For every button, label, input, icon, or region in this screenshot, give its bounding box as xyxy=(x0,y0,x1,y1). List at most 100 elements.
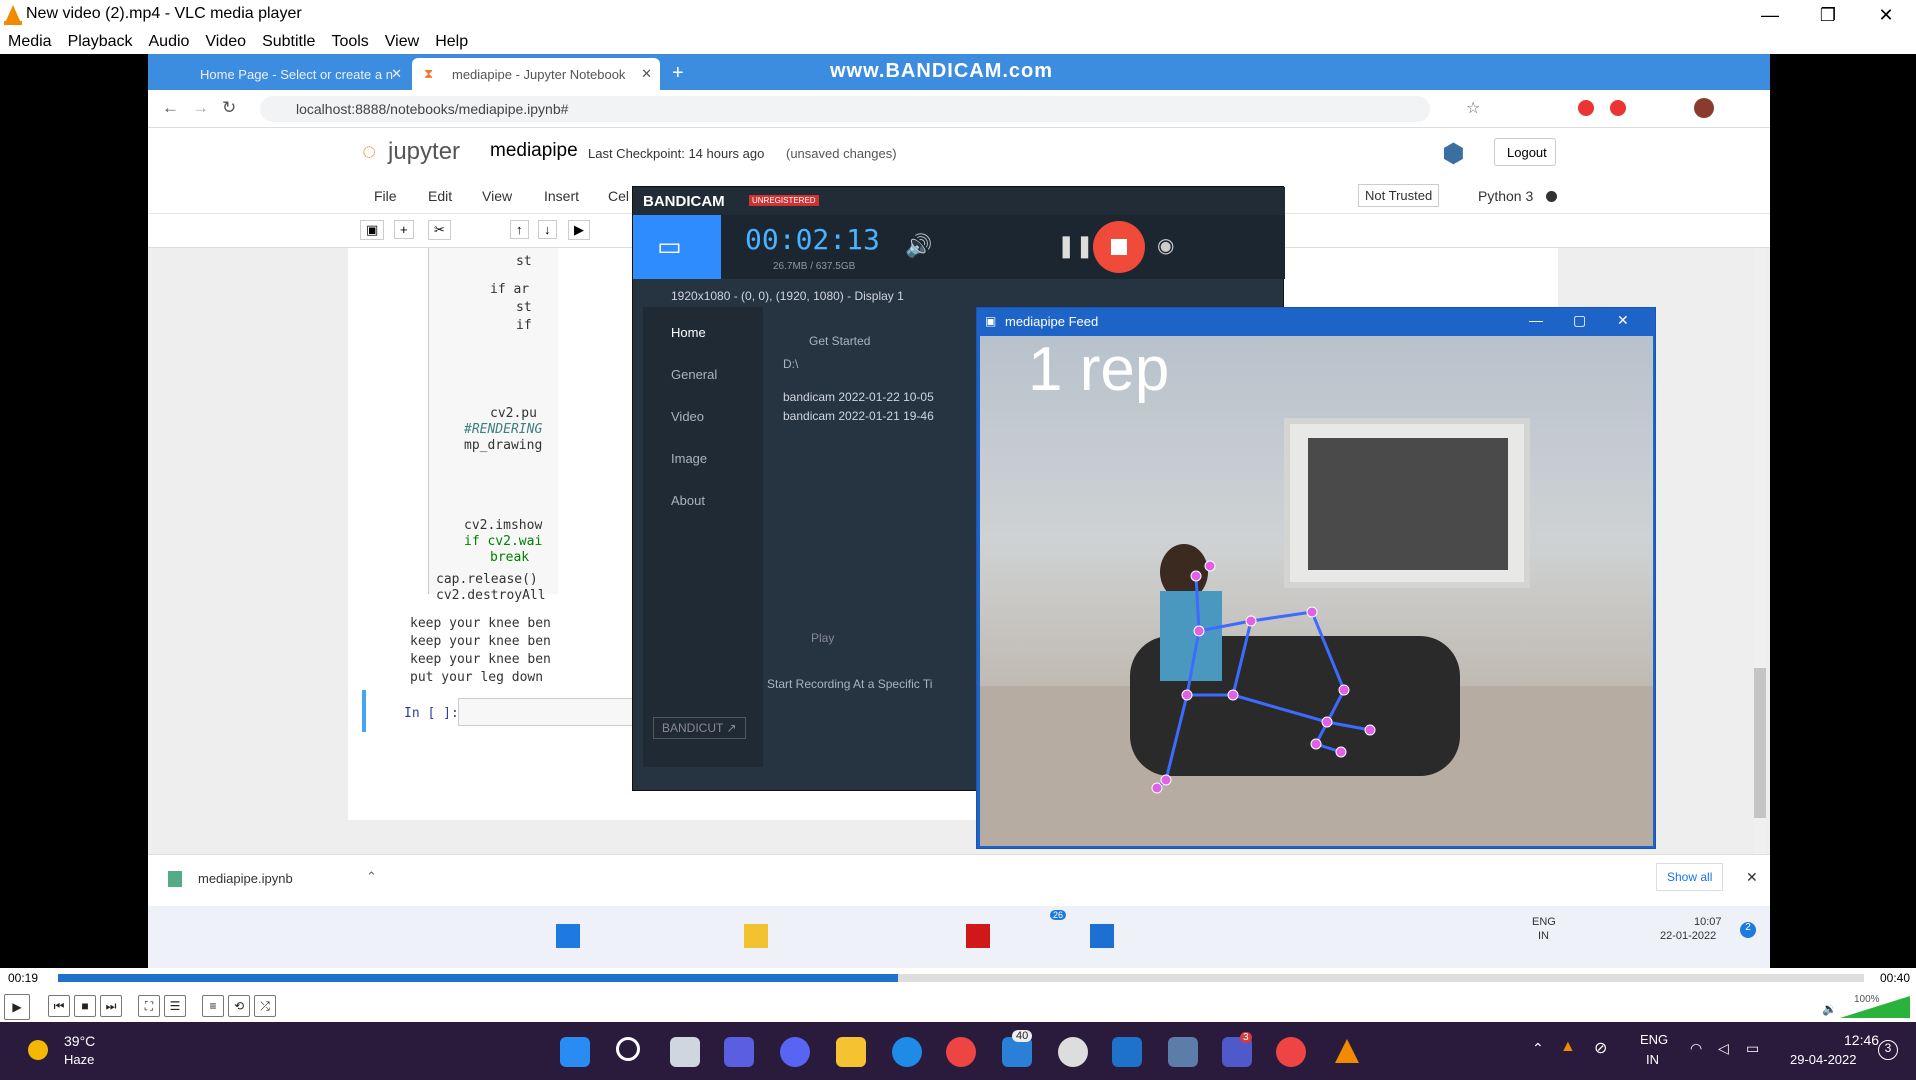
wifi-icon[interactable]: ◠ xyxy=(1690,1040,1702,1057)
stop-record-button[interactable] xyxy=(1093,221,1145,273)
file-explorer-icon[interactable] xyxy=(836,1037,866,1067)
previous-button[interactable]: ⏮ xyxy=(48,995,70,1017)
loop-button[interactable]: ⟲ xyxy=(228,995,250,1017)
teams-chat-icon[interactable] xyxy=(724,1037,754,1067)
nav-video[interactable]: Video xyxy=(671,409,704,424)
close-tab-icon[interactable]: ✕ xyxy=(391,66,402,82)
nav-home[interactable]: Home xyxy=(671,325,706,340)
vscode-icon[interactable] xyxy=(1112,1037,1142,1067)
back-icon[interactable]: ← xyxy=(162,98,179,118)
save-icon[interactable]: ▣ xyxy=(360,220,385,240)
file-item[interactable]: bandicam 2022-01-21 19-46 xyxy=(783,409,934,423)
next-button[interactable]: ⏭ xyxy=(100,995,122,1017)
play-button[interactable]: Play xyxy=(811,631,834,645)
logout-button[interactable]: Logout xyxy=(1494,138,1556,166)
menu-subtitle[interactable]: Subtitle xyxy=(254,30,323,54)
volume-icon[interactable]: 🔉 xyxy=(1822,1002,1837,1016)
clock-date[interactable]: 29-04-2022 xyxy=(1790,1052,1857,1067)
nav-about[interactable]: About xyxy=(671,493,705,508)
clock-time[interactable]: 12:46 xyxy=(1844,1032,1879,1048)
mic-muted-icon[interactable]: ⊘ xyxy=(1594,1038,1607,1058)
avatar[interactable] xyxy=(1694,98,1714,118)
extension-icon[interactable] xyxy=(1610,100,1626,116)
extended-settings-button[interactable]: ☰ xyxy=(164,995,186,1017)
new-tab-button[interactable]: + xyxy=(672,62,684,85)
random-button[interactable]: ⤮ xyxy=(254,995,276,1017)
reload-icon[interactable]: ↻ xyxy=(222,98,236,118)
jmenu-view[interactable]: View xyxy=(482,188,512,204)
chevron-up-icon[interactable]: ⌃ xyxy=(366,869,377,885)
menu-view[interactable]: View xyxy=(377,30,427,54)
chrome-icon[interactable] xyxy=(1276,1037,1306,1067)
tab-mediapipe[interactable]: ⧗ mediapipe - Jupyter Notebook ✕ xyxy=(412,58,660,90)
search-icon[interactable] xyxy=(616,1037,640,1061)
task-view-icon[interactable] xyxy=(670,1037,700,1067)
menu-tools[interactable]: Tools xyxy=(323,30,376,54)
chrome-icon[interactable] xyxy=(946,1037,976,1067)
battery-icon[interactable]: ▭ xyxy=(1746,1040,1759,1057)
restore-button[interactable]: ❐ xyxy=(1799,0,1857,30)
add-cell-icon[interactable]: + xyxy=(394,220,414,239)
menu-video[interactable]: Video xyxy=(197,30,254,54)
run-icon[interactable]: ▶ xyxy=(568,220,590,240)
close-tab-icon[interactable]: ✕ xyxy=(641,66,652,82)
feed-minimize-button[interactable]: — xyxy=(1529,312,1543,328)
close-button[interactable]: ✕ xyxy=(1857,0,1915,30)
menu-media[interactable]: Media xyxy=(0,30,60,54)
notification-badge[interactable]: 3 xyxy=(1878,1040,1898,1060)
bandicut-button[interactable]: BANDICUT ↗ xyxy=(653,717,746,739)
vlc-icon[interactable] xyxy=(1332,1037,1362,1067)
search-app-icon[interactable] xyxy=(1058,1037,1088,1067)
language[interactable]: ENG xyxy=(1640,1032,1668,1047)
tab-home-page[interactable]: Home Page - Select or create a n ✕ xyxy=(160,58,408,90)
camera-icon[interactable]: ◉ xyxy=(1157,233,1174,258)
star-icon[interactable]: ☆ xyxy=(1466,98,1480,118)
discord-icon[interactable] xyxy=(780,1037,810,1067)
edge-icon[interactable] xyxy=(892,1037,922,1067)
screen-mode-button[interactable]: ▭ xyxy=(633,215,721,279)
chevron-up-icon[interactable]: ⌃ xyxy=(1532,1040,1544,1057)
minimize-button[interactable]: — xyxy=(1741,0,1799,30)
forward-icon[interactable]: → xyxy=(192,98,209,118)
nav-image[interactable]: Image xyxy=(671,451,707,466)
jmenu-file[interactable]: File xyxy=(374,188,397,204)
feed-close-button[interactable]: ✕ xyxy=(1617,312,1629,329)
volume-tray-icon[interactable]: ◁ xyxy=(1718,1040,1729,1057)
get-started-tab[interactable]: Get Started xyxy=(809,334,870,348)
region[interactable]: IN xyxy=(1646,1052,1659,1067)
menu-audio[interactable]: Audio xyxy=(141,30,198,54)
show-all-button[interactable]: Show all xyxy=(1656,863,1724,891)
seek-slider[interactable] xyxy=(58,974,1864,982)
feed-maximize-button[interactable]: ▢ xyxy=(1573,312,1586,329)
url-input[interactable]: localhost:8888/notebooks/mediapipe.ipynb… xyxy=(260,96,1430,122)
speaker-icon[interactable]: 🔊 xyxy=(905,233,932,259)
cut-icon[interactable]: ✂ xyxy=(428,220,451,240)
unsaved-text: (unsaved changes) xyxy=(786,146,897,161)
jupyter-logo[interactable]: jupyter xyxy=(388,138,460,166)
remote-desktop-icon[interactable] xyxy=(1168,1037,1198,1067)
video-frame[interactable]: Home Page - Select or create a n ✕ ⧗ media… xyxy=(148,54,1770,968)
notebook-name[interactable]: mediapipe xyxy=(490,140,578,162)
download-file-name[interactable]: mediapipe.ipynb xyxy=(198,871,293,886)
menu-help[interactable]: Help xyxy=(427,30,476,54)
menu-playback[interactable]: Playback xyxy=(60,30,141,54)
jmenu-edit[interactable]: Edit xyxy=(428,188,452,204)
move-up-icon[interactable]: ↑ xyxy=(510,220,529,239)
move-down-icon[interactable]: ↓ xyxy=(538,220,557,239)
pause-icon[interactable]: ❚❚ xyxy=(1057,233,1094,259)
footer-tip[interactable]: Start Recording At a Specific Ti xyxy=(767,677,932,691)
stop-button[interactable]: ■ xyxy=(74,995,96,1017)
play-button[interactable]: ▶ xyxy=(4,994,30,1020)
vlc-tray-icon[interactable]: ▲ xyxy=(1560,1038,1576,1056)
not-trusted-badge[interactable]: Not Trusted xyxy=(1358,184,1440,207)
fullscreen-button[interactable]: ⛶ xyxy=(138,995,160,1017)
jmenu-insert[interactable]: Insert xyxy=(544,188,579,204)
playlist-button[interactable]: ≡ xyxy=(202,995,224,1017)
notebook-scrollbar[interactable] xyxy=(1754,248,1766,854)
extension-icon[interactable] xyxy=(1578,100,1594,116)
close-shelf-icon[interactable]: ✕ xyxy=(1746,869,1758,886)
jmenu-cell[interactable]: Cel xyxy=(608,188,629,204)
nav-general[interactable]: General xyxy=(671,367,717,382)
start-button-icon[interactable] xyxy=(560,1037,590,1067)
file-item[interactable]: bandicam 2022-01-22 10-05 xyxy=(783,390,934,404)
